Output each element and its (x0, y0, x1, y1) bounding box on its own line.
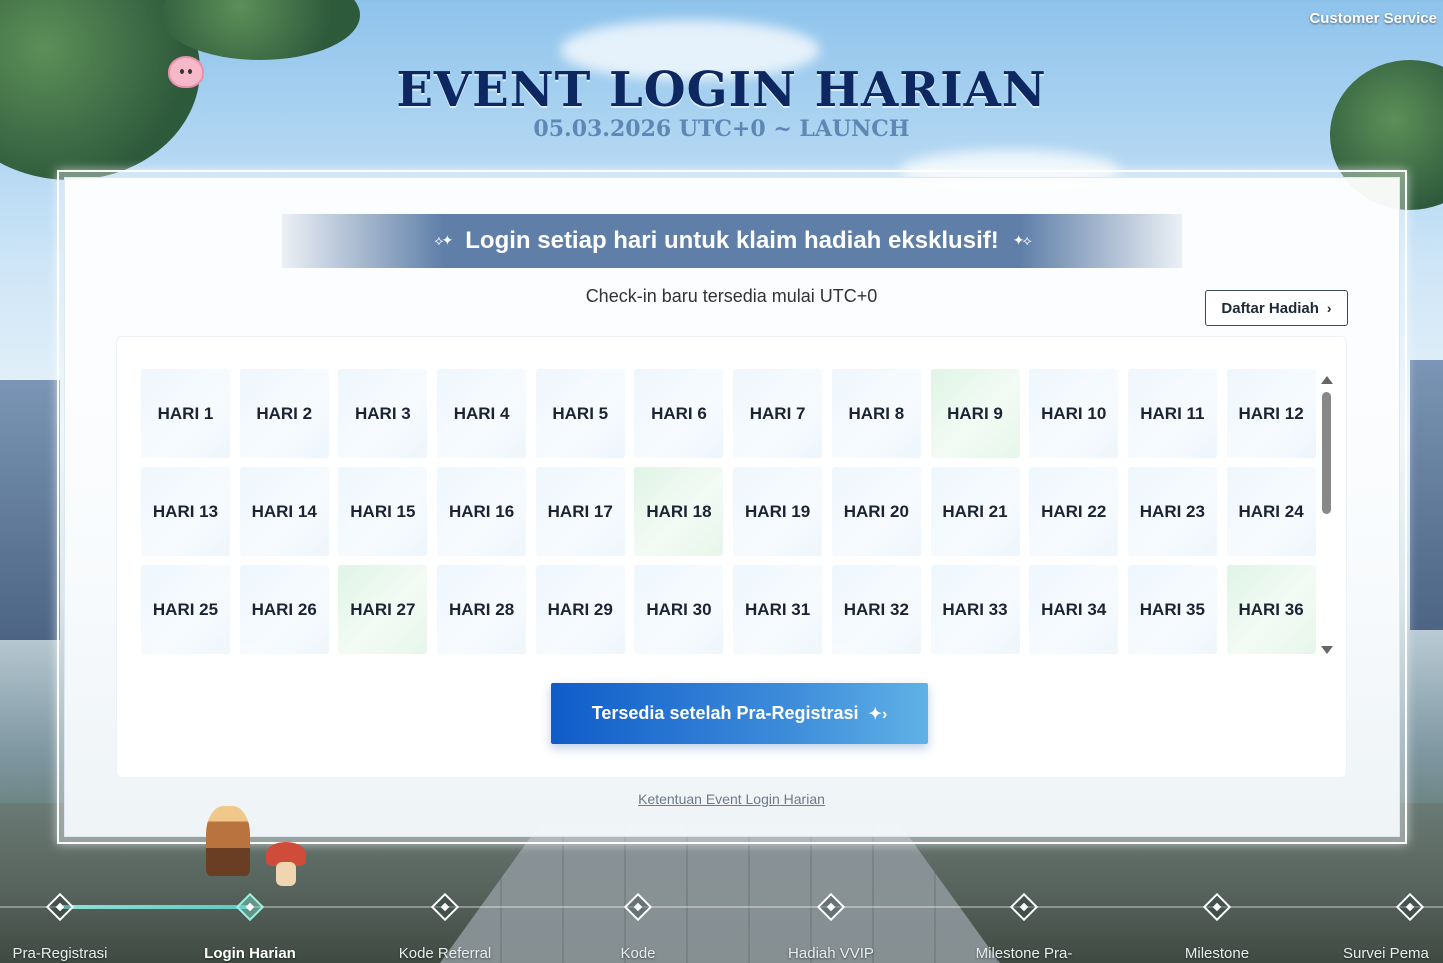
day-tile[interactable]: HARI 10 (1029, 369, 1119, 458)
day-tile[interactable]: HARI 29 (535, 565, 625, 654)
day-tile[interactable]: HARI 13 (141, 467, 230, 556)
nav-item-label[interactable]: Pra-Registrasi (0, 945, 160, 962)
nav-item-label[interactable]: Milestone Pra- (924, 945, 1124, 962)
nav-item-label[interactable]: Login Harian (150, 945, 350, 962)
day-tile[interactable]: HARI 22 (1029, 467, 1119, 556)
day-tile[interactable]: HARI 30 (634, 565, 724, 654)
nav-item-label[interactable]: Kode Referral (345, 945, 545, 962)
day-tile[interactable]: HARI 26 (239, 565, 329, 654)
nav-item-label[interactable]: Milestone (1117, 945, 1317, 962)
terms-link-wrap: Ketentuan Event Login Harian (0, 791, 1443, 807)
day-tile[interactable]: HARI 15 (338, 467, 428, 556)
customer-service-link[interactable]: Customer Service (1309, 10, 1437, 27)
mushroom-stem (276, 862, 296, 886)
day-tile[interactable]: HARI 28 (437, 565, 527, 654)
knight-character-icon (206, 806, 250, 876)
day-tile[interactable]: HARI 1 (141, 369, 230, 458)
day-grid[interactable]: HARI 1 HARI 2 HARI 3 HARI 4 HARI 5 HARI 6 HARI… (141, 369, 1318, 654)
temple-decoration (0, 380, 60, 640)
sparkle-arrow-icon: ✦› (868, 705, 888, 723)
day-tile[interactable]: HARI 33 (930, 565, 1020, 654)
day-tile[interactable]: HARI 2 (239, 369, 329, 458)
chevron-right-icon: › (1326, 300, 1332, 316)
scroll-down-arrow-icon[interactable] (1321, 646, 1333, 654)
page-title: EVENT LOGIN HARIAN (396, 62, 1047, 118)
day-tile[interactable]: HARI 20 (831, 467, 921, 556)
cta-label: Tersedia setelah Pra-Registrasi (591, 703, 859, 723)
day-tile[interactable]: HARI 9 (930, 369, 1020, 458)
day-tile[interactable]: HARI 36 (1226, 565, 1316, 654)
temple-decoration (1410, 360, 1443, 630)
day-tile[interactable]: HARI 31 (733, 565, 823, 654)
nav-item-label[interactable]: Kode (538, 945, 738, 962)
scroll-up-arrow-icon[interactable] (1321, 376, 1333, 384)
day-tile[interactable]: HARI 25 (141, 565, 230, 654)
day-tile[interactable]: HARI 19 (733, 467, 823, 556)
day-tile[interactable]: HARI 12 (1226, 369, 1316, 458)
day-tile[interactable]: HARI 27 (338, 565, 428, 654)
day-tile[interactable]: HARI 4 (437, 369, 527, 458)
day-tile[interactable]: HARI 5 (535, 369, 625, 458)
sparkle-left-icon: ⟡✦ (434, 233, 453, 249)
day-tile[interactable]: HARI 21 (930, 467, 1020, 556)
day-tile[interactable]: HARI 3 (338, 369, 428, 458)
day-grid-scrollbar[interactable] (1320, 372, 1334, 656)
day-tile[interactable]: HARI 35 (1127, 565, 1217, 654)
day-tile[interactable]: HARI 24 (1226, 467, 1316, 556)
mushroom-character-icon (266, 842, 306, 886)
nav-item-label[interactable]: Survei Pema (1343, 945, 1443, 962)
day-tile[interactable]: HARI 14 (239, 467, 329, 556)
day-tile[interactable]: HARI 17 (535, 467, 625, 556)
day-tile[interactable]: HARI 7 (733, 369, 823, 458)
day-tile[interactable]: HARI 18 (634, 467, 724, 556)
day-tile[interactable]: HARI 8 (831, 369, 921, 458)
day-tile[interactable]: HARI 16 (437, 467, 527, 556)
day-tile[interactable]: HARI 23 (1127, 467, 1217, 556)
scroll-thumb[interactable] (1322, 392, 1331, 514)
day-tile[interactable]: HARI 6 (634, 369, 724, 458)
day-tile[interactable]: HARI 32 (831, 565, 921, 654)
terms-link[interactable]: Ketentuan Event Login Harian (638, 791, 825, 807)
sparkle-right-icon: ✦⟡ (1012, 233, 1032, 249)
day-tile[interactable]: HARI 34 (1029, 565, 1119, 654)
event-date-subtitle: 05.03.2026 UTC+0 ~ LAUNCH (533, 116, 910, 142)
banner: ⟡✦ Login setiap hari untuk klaim hadiah … (282, 214, 1182, 268)
banner-text: Login setiap hari untuk klaim hadiah eks… (465, 227, 999, 254)
bottom-nav-progress (60, 905, 248, 909)
reward-list-button[interactable]: Daftar Hadiah › (1205, 290, 1348, 326)
day-tile[interactable]: HARI 11 (1127, 369, 1217, 458)
reward-list-label: Daftar Hadiah (1221, 299, 1319, 317)
preregister-cta-button[interactable]: Tersedia setelah Pra-Registrasi ✦› (551, 683, 928, 744)
nav-item-label[interactable]: Hadiah VVIP (731, 945, 931, 962)
